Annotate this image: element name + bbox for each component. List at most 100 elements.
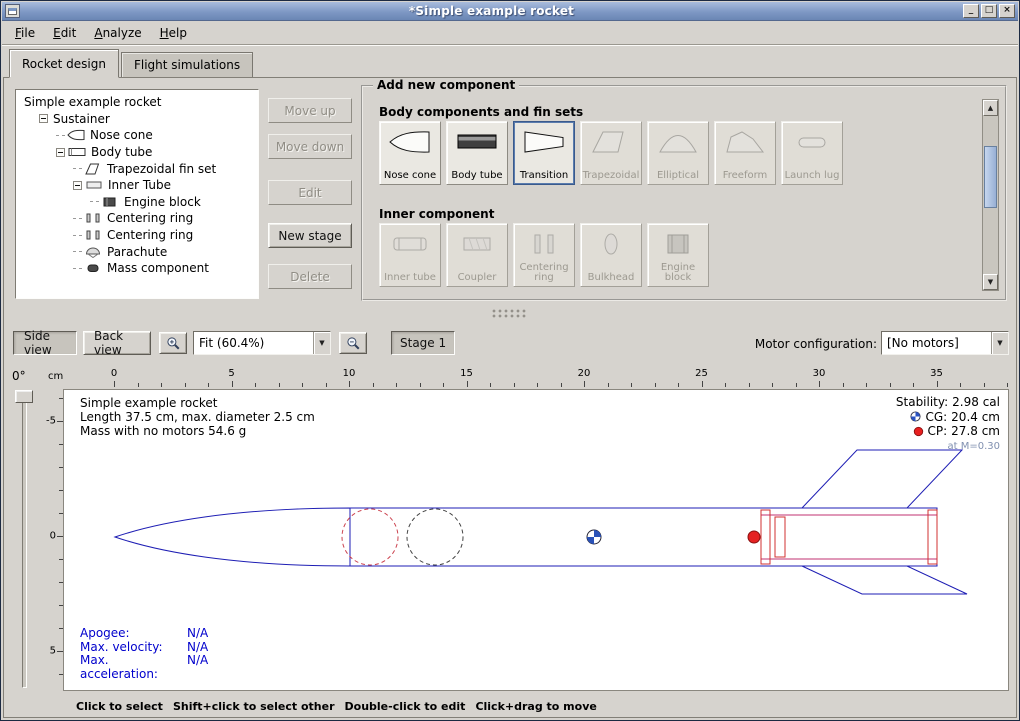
tab-rocket-design[interactable]: Rocket design	[9, 49, 119, 78]
minimize-button[interactable]: _	[963, 4, 979, 18]
ruler-tick	[349, 381, 350, 387]
tree-row-simple-example-rocket[interactable]: Simple example rocket	[18, 94, 256, 111]
rotation-slider[interactable]	[22, 392, 27, 688]
zoom-in-button[interactable]	[159, 332, 187, 354]
motor-configuration-select[interactable]: [No motors] ▼	[881, 331, 1009, 355]
maximize-button[interactable]: □	[981, 4, 997, 18]
rotation-slider-thumb[interactable]	[15, 390, 33, 403]
component-button-label: Bulkhead	[582, 273, 640, 283]
close-button[interactable]: ×	[999, 4, 1015, 18]
ruler-tick	[608, 383, 609, 387]
scroll-down-icon[interactable]: ▼	[983, 274, 998, 290]
component-button-label: Transition	[515, 171, 573, 181]
ruler-tick	[537, 383, 538, 387]
ruler-tick	[960, 383, 961, 387]
ruler-tick	[725, 383, 726, 387]
add-nose-cone-button[interactable]: Nose cone	[379, 121, 441, 185]
tree-row-engine-block[interactable]: Engine block	[18, 194, 256, 211]
zoom-select[interactable]: Fit (60.4%) ▼	[193, 331, 331, 355]
ruler-horizontal: 05101520253035	[63, 367, 1009, 387]
cg-marker	[587, 530, 601, 544]
body-tube-shape[interactable]	[350, 508, 937, 566]
mach-note: at M=0.30	[896, 440, 1000, 455]
side-view-button[interactable]: Side view	[13, 331, 77, 355]
status-hint: Shift+click to select other	[173, 700, 335, 713]
rocket-name: Simple example rocket	[80, 396, 315, 410]
centering-ring-aft-shape[interactable]	[928, 510, 937, 564]
add-transition-button[interactable]: Transition	[513, 121, 575, 185]
back-view-button[interactable]: Back view	[83, 331, 151, 355]
menu-help[interactable]: Help	[152, 23, 195, 43]
ruler-tick	[702, 381, 703, 387]
tree-collapse-icon[interactable]	[73, 181, 82, 190]
combo-arrow-icon[interactable]: ▼	[313, 332, 330, 354]
tree-collapse-icon[interactable]	[39, 114, 48, 123]
combo-arrow-icon[interactable]: ▼	[991, 332, 1008, 354]
ruler-label: 0	[50, 531, 56, 542]
rocket-dimensions: Length 37.5 cm, max. diameter 2.5 cm	[80, 410, 315, 424]
flight-info-row: Apogee:N/A	[80, 627, 208, 640]
tree-label: Mass component	[105, 261, 211, 275]
move-up-button: Move up	[268, 98, 352, 123]
component-button-label: Coupler	[448, 273, 506, 283]
tree-row-nose-cone[interactable]: Nose cone	[18, 127, 256, 144]
scrollbar-thumb[interactable]	[984, 146, 997, 208]
tree-collapse-icon[interactable]	[56, 148, 65, 157]
centering-ring-forward-shape[interactable]	[761, 510, 770, 564]
component-button-label: Nose cone	[381, 171, 439, 181]
stage-1-button[interactable]: Stage 1	[391, 331, 455, 355]
tree-row-sustainer[interactable]: Sustainer	[18, 111, 256, 128]
flight-info-label: Max. acceleration:	[80, 654, 187, 681]
tree-row-parachute[interactable]: Parachute	[18, 243, 256, 260]
engine-block-shape[interactable]	[775, 517, 785, 557]
fin-upper-shape[interactable]	[802, 450, 962, 508]
nose-cone-shape[interactable]	[115, 508, 350, 566]
parachute-icon	[84, 246, 102, 258]
menu-analyze[interactable]: Analyze	[86, 23, 149, 43]
new-stage-button[interactable]: New stage	[268, 223, 352, 248]
tab-flight-simulations[interactable]: Flight simulations	[121, 52, 253, 77]
tree-action-buttons: Move upMove downEditNew stageDelete	[268, 98, 352, 298]
tree-row-mass-component[interactable]: Mass component	[18, 260, 256, 277]
mass-component-shape[interactable]	[407, 509, 463, 565]
tree-row-centering-ring[interactable]: Centering ring	[18, 227, 256, 244]
tree-row-trapezoidal-fin-set[interactable]: Trapezoidal fin set	[18, 160, 256, 177]
ruler-tick	[561, 383, 562, 387]
menu-file[interactable]: File	[7, 23, 43, 43]
rocket-view[interactable]: Simple example rocket Length 37.5 cm, ma…	[63, 389, 1009, 691]
tree-label: Trapezoidal fin set	[105, 162, 218, 176]
component-panel-scrollbar[interactable]: ▲ ▼	[982, 99, 999, 291]
move-down-button: Move down	[268, 134, 352, 159]
split-divider[interactable]	[3, 305, 1017, 323]
ruler-tick	[396, 383, 397, 387]
ruler-label: -5	[46, 416, 56, 427]
inner-tube-icon	[388, 230, 432, 258]
add-engine-block-button: Engine block	[647, 223, 709, 287]
tree-row-body-tube[interactable]: Body tube	[18, 144, 256, 161]
status-hint: Double-click to edit	[345, 700, 466, 713]
scroll-up-icon[interactable]: ▲	[983, 100, 998, 116]
body-tube-icon	[455, 128, 499, 156]
tree-row-inner-tube[interactable]: Inner Tube	[18, 177, 256, 194]
zoom-in-icon	[166, 336, 181, 351]
titlebar[interactable]: *Simple example rocket _ □ ×	[2, 2, 1018, 21]
fin-lower-shape[interactable]	[802, 566, 967, 594]
add-inner-tube-button: Inner tube	[379, 223, 441, 287]
menu-edit[interactable]: Edit	[45, 23, 84, 43]
tree-label: Centering ring	[105, 228, 195, 242]
component-tree[interactable]: Simple example rocketSustainerNose cone B…	[15, 89, 259, 299]
nose-cone-icon	[67, 129, 85, 141]
cp-label: CP:	[928, 424, 948, 439]
zoom-out-button[interactable]	[339, 332, 367, 354]
engine-block-icon	[101, 196, 119, 208]
statusbar-hints: Click to selectShift+click to select oth…	[3, 693, 1017, 720]
flight-info-value: N/A	[187, 641, 208, 654]
inner-tube-shape[interactable]	[761, 515, 937, 559]
component-button-label: Freeform	[716, 171, 774, 181]
add-body-tube-button[interactable]: Body tube	[446, 121, 508, 185]
ruler-tick	[302, 383, 303, 387]
section-label-inner-component: Inner component	[379, 207, 494, 221]
window-icon[interactable]	[5, 4, 20, 18]
tree-row-centering-ring[interactable]: Centering ring	[18, 210, 256, 227]
tree-label: Nose cone	[88, 128, 155, 142]
